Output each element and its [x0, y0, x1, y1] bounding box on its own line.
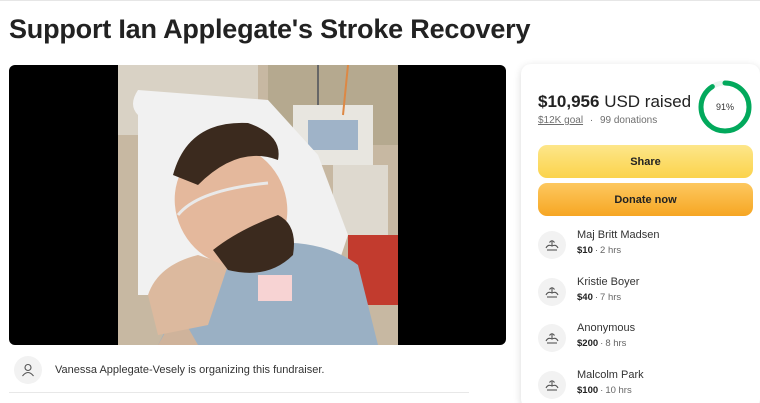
donation-item: Maj Britt Madsen $10 · 2 hrs: [538, 228, 753, 268]
campaign-photo: [118, 65, 398, 345]
donation-separator: ·: [600, 385, 604, 396]
donation-separator: ·: [594, 292, 599, 303]
goal-separator: ·: [589, 115, 594, 126]
donation-amount: $10: [577, 245, 593, 256]
donation-time: 8 hrs: [605, 338, 627, 349]
donation-card: $10,956 USD raised $12K goal · 99 donati…: [521, 64, 760, 403]
donation-separator: ·: [600, 338, 604, 349]
donation-heart-icon: [538, 371, 566, 399]
share-button[interactable]: Share: [538, 145, 753, 178]
page-title: Support Ian Applegate's Stroke Recovery: [9, 14, 531, 44]
donation-amount: $100: [577, 385, 599, 396]
donation-time: 7 hrs: [600, 292, 622, 303]
goal-line: $12K goal · 99 donations: [538, 115, 657, 126]
donor-name: Malcolm Park: [577, 369, 644, 381]
amount-raised-label: USD raised: [604, 92, 692, 111]
progress-percent: 91%: [715, 102, 734, 112]
amount-raised-value: $10,956: [538, 92, 600, 111]
amount-raised: $10,956 USD raised: [538, 92, 691, 112]
progress-ring: 91%: [697, 79, 753, 135]
donation-item: Malcolm Park $100 · 10 hrs: [538, 368, 753, 403]
donation-item: Kristie Boyer $40 · 7 hrs: [538, 275, 753, 315]
top-divider: [0, 0, 760, 1]
donation-heart-icon: [538, 231, 566, 259]
donation-time: 2 hrs: [600, 245, 622, 256]
donation-meta: $10 · 2 hrs: [577, 245, 621, 256]
person-icon: [14, 356, 42, 384]
donate-now-button[interactable]: Donate now: [538, 183, 753, 216]
donation-item: Anonymous $200 · 8 hrs: [538, 321, 753, 361]
donor-name: Kristie Boyer: [577, 276, 640, 288]
goal-link[interactable]: $12K goal: [538, 115, 583, 126]
donor-name: Maj Britt Madsen: [577, 229, 660, 241]
donation-heart-icon: [538, 278, 566, 306]
donation-meta: $40 · 7 hrs: [577, 292, 621, 303]
campaign-media[interactable]: [9, 65, 506, 345]
organizer-text: Vanessa Applegate-Vesely is organizing t…: [55, 364, 325, 376]
donation-count: 99 donations: [599, 115, 658, 126]
donor-name: Anonymous: [577, 322, 636, 334]
donation-meta: $100 · 10 hrs: [577, 385, 632, 396]
donation-heart-icon: [538, 324, 566, 352]
donation-amount: $40: [577, 292, 593, 303]
organizer-divider: [9, 392, 469, 393]
donation-amount: $200: [577, 338, 599, 349]
organizer-row: Vanessa Applegate-Vesely is organizing t…: [9, 346, 506, 394]
donation-separator: ·: [594, 245, 599, 256]
donation-meta: $200 · 8 hrs: [577, 338, 626, 349]
donation-time: 10 hrs: [605, 385, 632, 396]
